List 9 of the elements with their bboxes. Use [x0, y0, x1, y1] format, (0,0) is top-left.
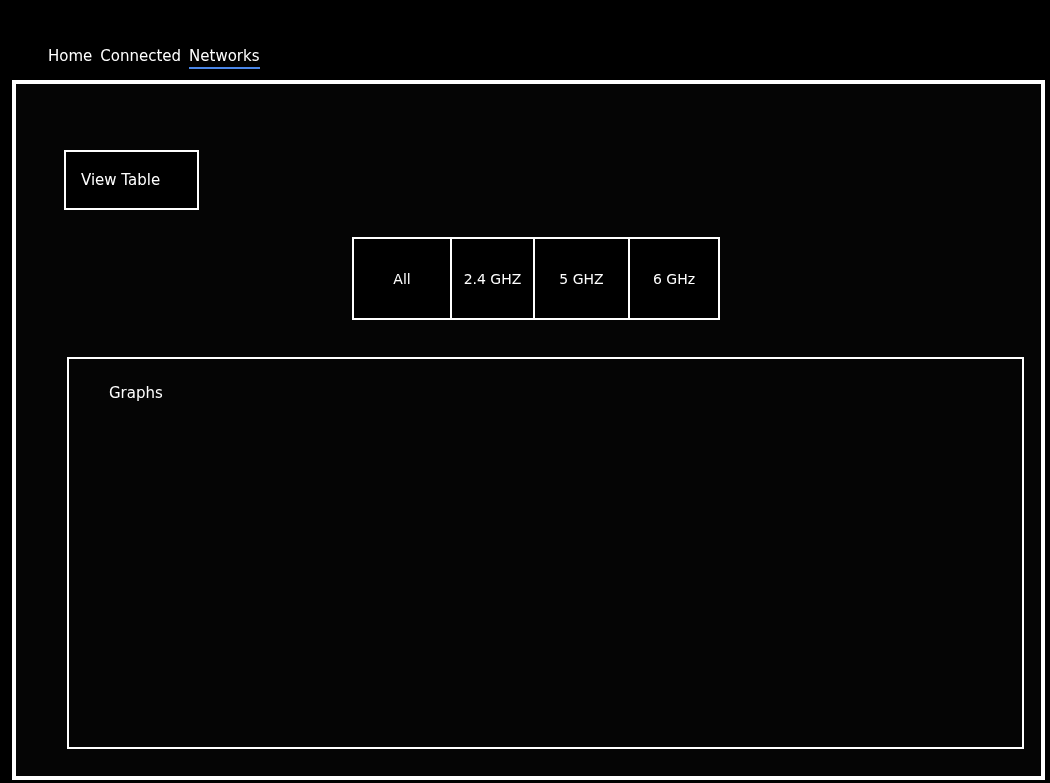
band-filter-button[interactable]: 5 GHZ — [533, 239, 628, 318]
nav-tab[interactable]: Networks — [189, 47, 260, 69]
view-table-button[interactable]: View Table — [64, 150, 199, 210]
band-filter-button[interactable]: 2.4 GHZ — [450, 239, 533, 318]
band-filter-button[interactable]: 6 GHz — [628, 239, 718, 318]
nav-tab[interactable]: Home — [48, 47, 93, 69]
band-filter-button[interactable]: All — [354, 239, 450, 318]
nav-tab[interactable]: Connected — [100, 47, 182, 69]
panel-title: Graphs — [109, 384, 163, 402]
